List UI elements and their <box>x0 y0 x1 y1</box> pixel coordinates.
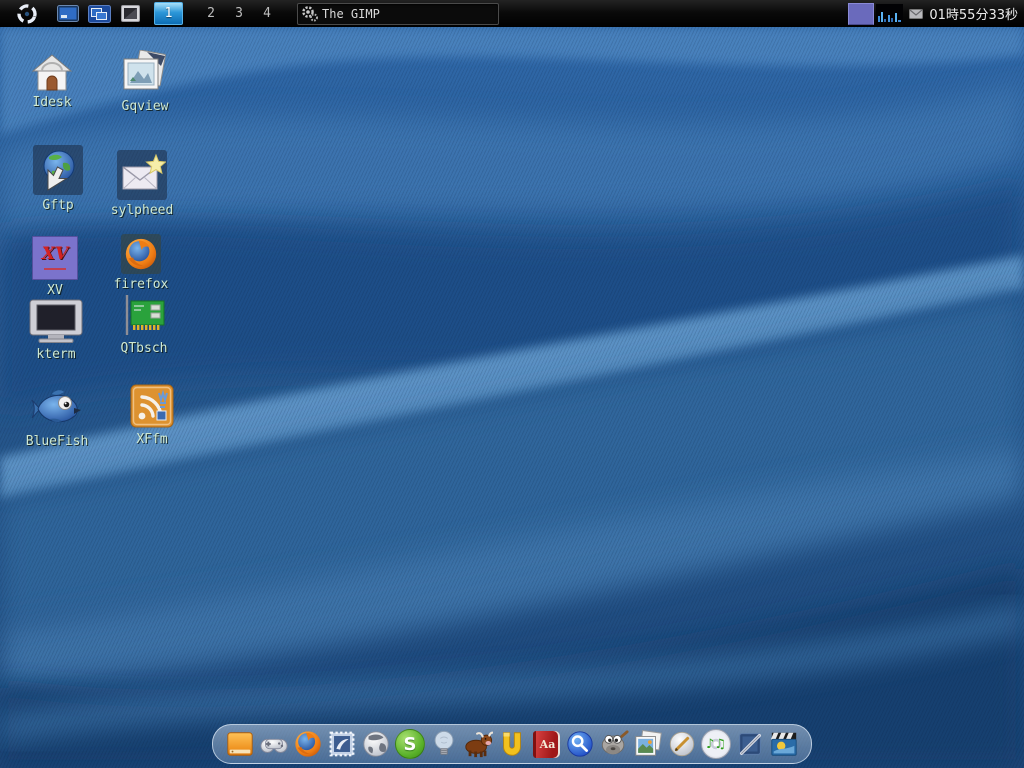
workspace-4[interactable]: 4 <box>253 6 281 21</box>
xv-fine-print <box>44 268 66 270</box>
desktop-icon-gftp[interactable]: Gftp <box>13 145 103 213</box>
dock-item-firefox[interactable] <box>291 727 325 761</box>
desktop-icon-label: XFfm <box>136 432 167 447</box>
workspace-1[interactable]: 1 <box>154 2 183 25</box>
ox-icon <box>463 729 493 759</box>
firefox-icon <box>121 234 161 274</box>
dock-item-search[interactable] <box>563 727 597 761</box>
terminal-icon <box>57 5 79 22</box>
mail-stamp-icon <box>327 729 357 759</box>
monitor-graph-icon <box>876 4 903 24</box>
search-icon <box>565 729 595 759</box>
desktop-icon-firefox[interactable]: firefox <box>96 234 186 292</box>
display-settings-launcher[interactable] <box>118 4 142 24</box>
desktop-icon-sylpheed[interactable]: sylpheed <box>97 150 187 218</box>
dictionary-glyph: Aa <box>540 738 556 751</box>
panel-clock: 01時55分33秒 <box>929 4 1018 23</box>
skype-glyph: S <box>404 734 417 755</box>
desktop: Idesk Gqview Gftp <box>0 27 1024 768</box>
desktop-icon-label: BlueFish <box>26 434 89 449</box>
orange-rss-box-icon <box>129 383 175 429</box>
draw-pen-icon <box>667 729 697 759</box>
music-notes-glyph: ♪♫ <box>706 737 726 752</box>
dock-item-skype[interactable]: S <box>393 727 427 761</box>
crt-monitor-icon <box>28 298 84 344</box>
desktop-icon-label: sylpheed <box>111 203 174 218</box>
photos-icon <box>633 729 663 759</box>
notebook-pen-icon <box>735 729 765 759</box>
globe-cursor-icon <box>33 145 83 195</box>
circuit-board-icon <box>120 292 168 338</box>
dock-item-draw-pen[interactable] <box>665 727 699 761</box>
display-icon <box>121 5 140 22</box>
dock-item-lightbulb[interactable] <box>427 727 461 761</box>
office-icon <box>497 729 527 759</box>
gears-icon <box>301 5 319 22</box>
taskbar-button-gimp[interactable]: The GIMP <box>297 3 499 25</box>
external-drive-icon <box>225 729 255 759</box>
xv-glyph: XV <box>42 246 68 263</box>
panel-applets: 01時55分33秒 <box>848 3 1024 25</box>
desktop-icon-qtbsch[interactable]: QTbsch <box>99 292 189 356</box>
skype-icon: S <box>395 729 425 759</box>
music-cd-icon: ♪♫ <box>701 729 731 759</box>
dock-item-gimp[interactable] <box>597 727 631 761</box>
mail-icon[interactable] <box>909 9 923 19</box>
desktop-icon-label: Gqview <box>122 99 169 114</box>
envelope-star-icon <box>117 150 167 200</box>
desktop-icon-label: Gftp <box>42 198 73 213</box>
terminal-launcher[interactable] <box>56 4 80 24</box>
system-monitor-applet[interactable] <box>876 4 903 24</box>
workspace-switcher: 1 2 3 4 <box>154 2 281 25</box>
house-icon <box>30 52 74 92</box>
dock-item-ox[interactable] <box>461 727 495 761</box>
dock-item-game-controller[interactable] <box>257 727 291 761</box>
dock-item-music[interactable]: ♪♫ <box>699 727 733 761</box>
dock-item-notebook[interactable] <box>733 727 767 761</box>
clapperboard-icon <box>769 729 799 759</box>
window-list-launcher[interactable] <box>87 4 111 24</box>
desktop-icon-xv[interactable]: XV XV <box>10 236 100 298</box>
dock-item-photos[interactable] <box>631 727 665 761</box>
dock-item-external-drive[interactable] <box>223 727 257 761</box>
dock-item-video-editor[interactable] <box>767 727 801 761</box>
desktop-icon-label: Idesk <box>32 95 71 110</box>
desktop-icon-idesk[interactable]: Idesk <box>7 52 97 110</box>
top-panel: 1 2 3 4 The GIMP <box>0 0 1024 27</box>
desktop-icon-gqview[interactable]: Gqview <box>100 50 190 114</box>
dock: S <box>212 724 812 764</box>
desktop-icon-label: QTbsch <box>121 341 168 356</box>
dock-item-dictionary[interactable]: Aa <box>529 727 563 761</box>
swirl-logo-icon <box>15 2 39 26</box>
dock-item-mail-stamp[interactable] <box>325 727 359 761</box>
photo-stack-icon <box>121 50 169 96</box>
lightbulb-icon <box>429 729 459 759</box>
wm-logo-button[interactable] <box>14 2 40 26</box>
game-controller-icon <box>259 729 289 759</box>
desktop-icon-label: firefox <box>114 277 169 292</box>
firefox-icon <box>293 729 323 759</box>
windows-icon <box>88 5 111 23</box>
pager-applet[interactable] <box>848 3 874 25</box>
desktop-icon-xffm[interactable]: XFfm <box>107 383 197 447</box>
gimp-icon <box>599 729 629 759</box>
workspace-2[interactable]: 2 <box>197 6 225 21</box>
desktop-icon-bluefish[interactable]: BlueFish <box>12 385 102 449</box>
desktop-icon-label: kterm <box>36 347 75 362</box>
dock-item-office[interactable] <box>495 727 529 761</box>
taskbar-button-label: The GIMP <box>322 7 380 21</box>
desktop-icon-label: XV <box>47 283 63 298</box>
globe-icon <box>361 729 391 759</box>
workspace-3[interactable]: 3 <box>225 6 253 21</box>
dock-item-web-browser[interactable] <box>359 727 393 761</box>
desktop-icon-kterm[interactable]: kterm <box>11 298 101 362</box>
dictionary-icon: Aa <box>533 731 560 758</box>
xv-logo-icon: XV <box>32 236 78 280</box>
blue-fish-icon <box>30 385 84 431</box>
